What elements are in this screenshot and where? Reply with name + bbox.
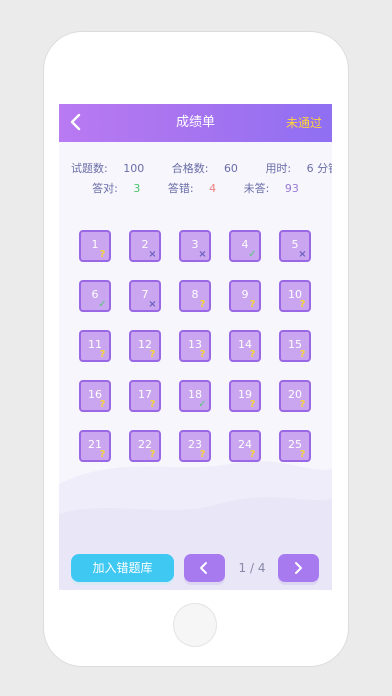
question-cell[interactable]: 7 × (129, 280, 161, 312)
chevron-right-icon (295, 562, 302, 574)
status-badge: 未通过 (285, 116, 322, 130)
question-cell[interactable]: 24? (229, 430, 261, 462)
cross-icon: × (148, 249, 157, 260)
unanswered-icon: ? (249, 449, 256, 460)
unanswered-icon: ? (99, 399, 106, 410)
correct-value: 3 (133, 182, 141, 195)
question-cell[interactable]: 11? (79, 330, 111, 362)
question-cell[interactable]: 22? (129, 430, 161, 462)
question-cell[interactable]: 19? (229, 380, 261, 412)
unanswered-icon: ? (99, 349, 106, 360)
unanswered-label: 未答: (243, 182, 270, 195)
unanswered-icon: ? (249, 349, 256, 360)
header-bar: 成绩单 未通过 (59, 104, 332, 142)
unanswered-stat: 未答: 93 (238, 182, 305, 195)
question-cell[interactable]: 16? (79, 380, 111, 412)
unanswered-icon: ? (299, 299, 306, 310)
question-cell[interactable]: 20? (279, 380, 311, 412)
page-indicator: 1 / 4 (238, 561, 266, 575)
unanswered-icon: ? (299, 349, 306, 360)
unanswered-icon: ? (249, 299, 256, 310)
cross-icon: × (198, 249, 207, 260)
question-cell[interactable]: 1? (79, 230, 111, 262)
chevron-left-icon (200, 562, 207, 574)
question-cell[interactable]: 12? (129, 330, 161, 362)
stats-summary: 试题数: 100 合格数: 60 用时: 6 分钟 答对: 3 答错: 4 未答… (59, 159, 332, 199)
question-cell[interactable]: 10? (279, 280, 311, 312)
pass-value: 60 (223, 162, 238, 175)
question-cell[interactable]: 15? (279, 330, 311, 362)
question-cell[interactable]: 18 ✓ (179, 380, 211, 412)
unanswered-icon: ? (149, 349, 156, 360)
check-icon: ✓ (98, 299, 107, 310)
question-cell[interactable]: 4 ✓ (229, 230, 261, 262)
back-button[interactable] (69, 112, 87, 132)
unanswered-icon: ? (199, 299, 206, 310)
check-icon: ✓ (198, 399, 207, 410)
question-cell[interactable]: 9? (229, 280, 261, 312)
prev-page-button[interactable] (184, 554, 225, 582)
unanswered-icon: ? (299, 449, 306, 460)
question-cell[interactable]: 17? (129, 380, 161, 412)
question-cell[interactable]: 3 × (179, 230, 211, 262)
add-to-wrong-book-button[interactable]: 加入错题库 (71, 554, 174, 582)
chevron-left-icon (70, 113, 81, 131)
unanswered-value: 93 (284, 182, 299, 195)
correct-label: 答对: (92, 182, 118, 195)
total-stat: 试题数: 100 (65, 162, 150, 175)
question-cell[interactable]: 13? (179, 330, 211, 362)
unanswered-icon: ? (149, 399, 156, 410)
cross-icon: × (148, 299, 157, 310)
question-cell[interactable]: 21? (79, 430, 111, 462)
screen: 成绩单 未通过 试题数: 100 合格数: 60 用时: 6 分钟 答对: 3 … (59, 104, 332, 590)
unanswered-icon: ? (99, 449, 106, 460)
question-cell[interactable]: 2 × (129, 230, 161, 262)
home-button[interactable] (173, 603, 217, 647)
question-cell[interactable]: 14? (229, 330, 261, 362)
question-cell[interactable]: 8? (179, 280, 211, 312)
check-icon: ✓ (248, 249, 257, 260)
unanswered-icon: ? (199, 449, 206, 460)
total-value: 100 (123, 162, 145, 175)
unanswered-icon: ? (199, 349, 206, 360)
wrong-stat: 答错: 4 (162, 182, 222, 195)
total-label: 试题数: (71, 162, 108, 175)
wrong-value: 4 (209, 182, 217, 195)
question-cell[interactable]: 6 ✓ (79, 280, 111, 312)
unanswered-icon: ? (149, 449, 156, 460)
question-cell[interactable]: 25? (279, 430, 311, 462)
time-label: 用时: (265, 162, 292, 175)
next-page-button[interactable] (278, 554, 319, 582)
wrong-label: 答错: (167, 182, 194, 195)
unanswered-icon: ? (99, 249, 106, 260)
footer-bar: 加入错题库 1 / 4 (59, 554, 332, 584)
time-value: 6 分钟 (306, 162, 332, 175)
question-cell[interactable]: 23? (179, 430, 211, 462)
time-stat: 用时: 6 分钟 (259, 162, 332, 175)
unanswered-icon: ? (249, 399, 256, 410)
pass-stat: 合格数: 60 (166, 162, 244, 175)
question-cell[interactable]: 5 × (279, 230, 311, 262)
pass-label: 合格数: (171, 162, 209, 175)
unanswered-icon: ? (299, 399, 306, 410)
cross-icon: × (298, 249, 307, 260)
correct-stat: 答对: 3 (86, 182, 146, 195)
